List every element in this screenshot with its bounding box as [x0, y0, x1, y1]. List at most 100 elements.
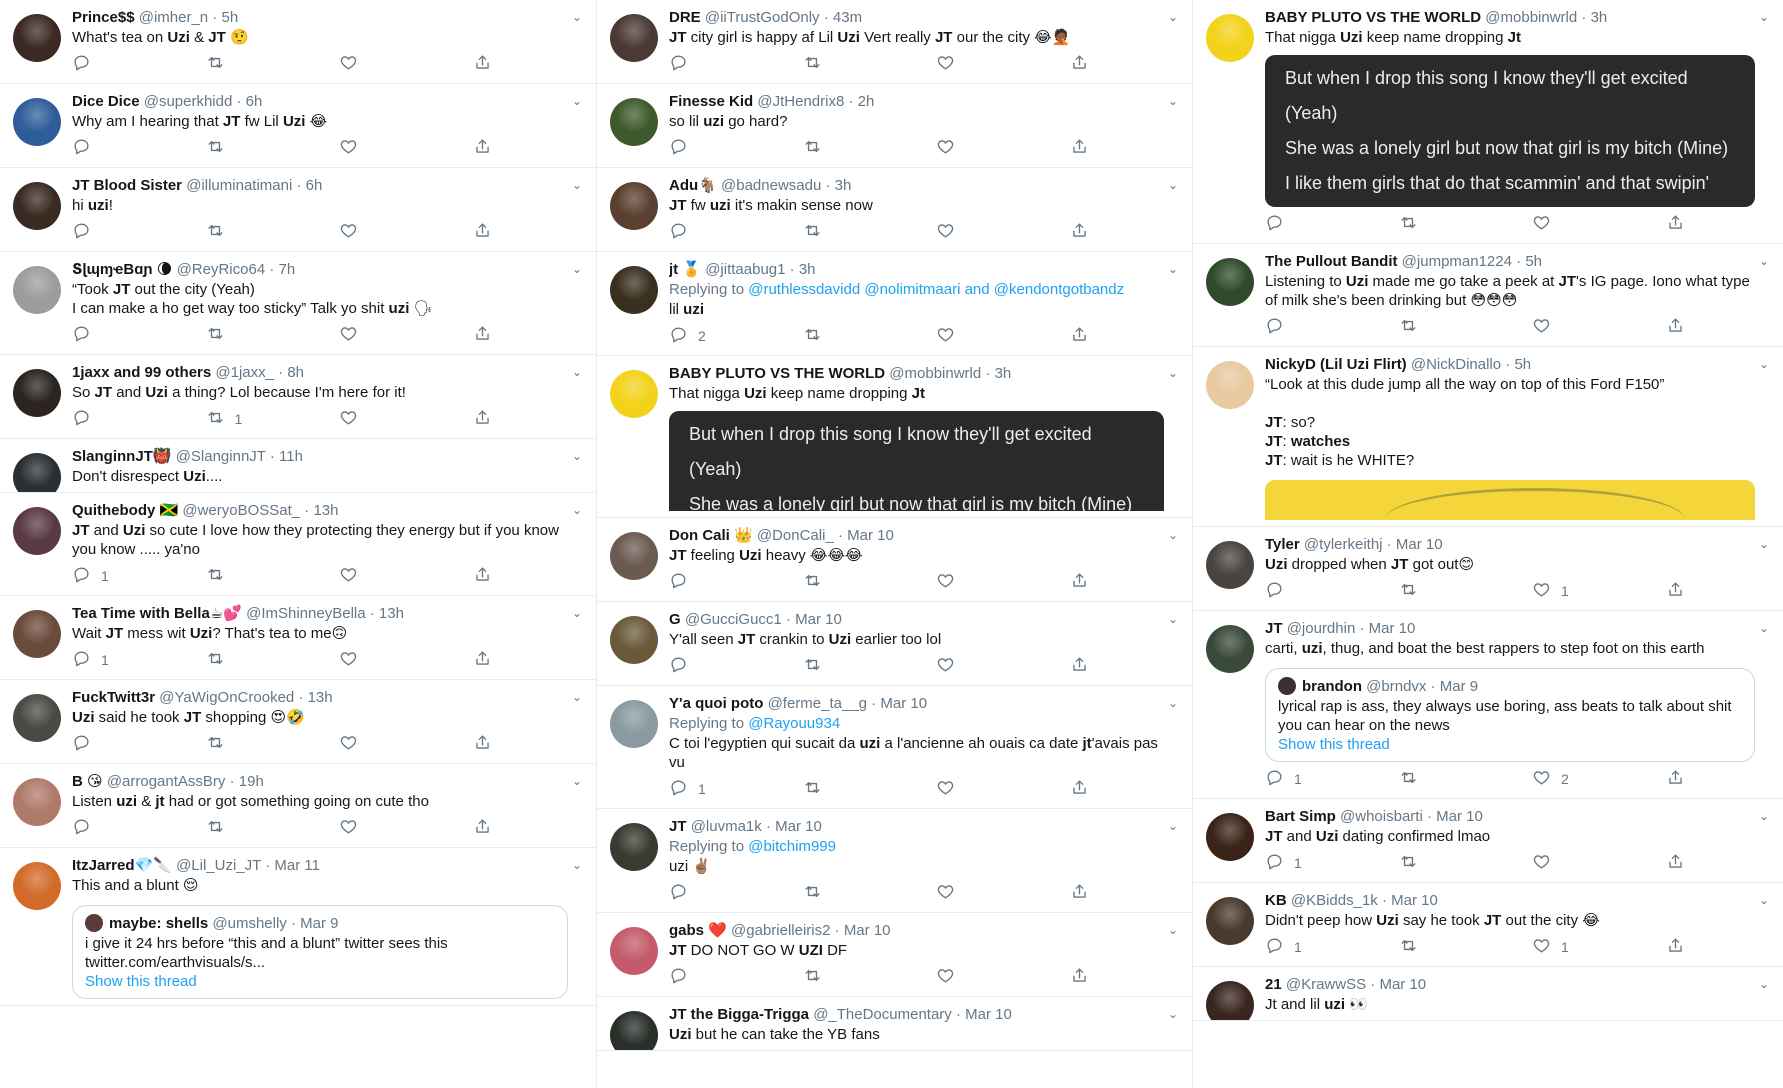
share-button[interactable] [1666, 768, 1695, 790]
display-name[interactable]: BABY PLUTO VS THE WORLD [669, 365, 885, 382]
user-handle[interactable]: @JtHendrix8 [757, 93, 844, 110]
user-handle[interactable]: @arrogantAssBry [107, 773, 226, 790]
retweet-button[interactable] [1399, 852, 1533, 874]
like-button[interactable] [936, 325, 1070, 347]
avatar[interactable] [610, 532, 658, 580]
user-handle[interactable]: @iiTrustGodOnly [705, 9, 820, 26]
reply-button[interactable]: 2 [669, 325, 803, 347]
reply-button[interactable] [72, 221, 206, 243]
display-name[interactable]: Tyler [1265, 536, 1300, 553]
like-button[interactable] [339, 408, 473, 430]
timestamp[interactable]: 5h [1514, 356, 1531, 373]
display-name[interactable]: ItzJarred💎🔪 [72, 857, 172, 874]
retweet-button[interactable] [803, 325, 937, 347]
share-button[interactable] [473, 137, 502, 159]
tweet-card[interactable]: 21 @KrawwSS · Mar 10 ⌄ Jt and lil uzi 👀 [1193, 967, 1783, 1021]
display-name[interactable]: ՏɭɰɱҽBɑɲ 🌘 [72, 261, 172, 278]
like-button[interactable] [339, 733, 473, 755]
reply-button[interactable] [669, 221, 803, 243]
chevron-down-icon[interactable]: ⌄ [572, 606, 582, 620]
timestamp[interactable]: 3h [799, 261, 816, 278]
retweet-button[interactable] [1399, 936, 1533, 958]
user-handle[interactable]: @weryoBOSSat_ [182, 502, 300, 519]
display-name[interactable]: Don Cali 👑 [669, 527, 753, 544]
chevron-down-icon[interactable]: ⌄ [1168, 178, 1178, 192]
like-button[interactable] [936, 882, 1070, 904]
timestamp[interactable]: Mar 10 [1391, 892, 1438, 909]
like-button[interactable] [936, 53, 1070, 75]
user-handle[interactable]: @illuminatimani [186, 177, 292, 194]
like-button[interactable] [339, 221, 473, 243]
share-button[interactable] [1070, 571, 1099, 593]
like-button[interactable] [936, 221, 1070, 243]
chevron-down-icon[interactable]: ⌄ [1759, 537, 1769, 551]
avatar[interactable] [13, 182, 61, 230]
chevron-down-icon[interactable]: ⌄ [1168, 366, 1178, 380]
chevron-down-icon[interactable]: ⌄ [1759, 893, 1769, 907]
reply-button[interactable]: 1 [669, 778, 803, 800]
display-name[interactable]: JT the Bigga-Trigga [669, 1006, 809, 1023]
tweet-card[interactable]: Quithebody 🇯🇲 @weryoBOSSat_ · 13h ⌄ JT and… [0, 493, 596, 596]
timestamp[interactable]: 5h [1525, 253, 1542, 270]
chevron-down-icon[interactable]: ⌄ [572, 94, 582, 108]
user-handle[interactable]: @KBidds_1k [1291, 892, 1378, 909]
like-button[interactable] [339, 53, 473, 75]
avatar[interactable] [610, 98, 658, 146]
replying-to-link[interactable]: @Rayouu934 [748, 715, 840, 732]
tweet-card[interactable]: SlanginnJT👹 @SlanginnJT · 11h ⌄ Don't disr… [0, 439, 596, 493]
chevron-down-icon[interactable]: ⌄ [1759, 357, 1769, 371]
tweet-card[interactable]: Prince$$ @imher_n · 5h ⌄ What's tea on Uzi… [0, 0, 596, 84]
tweet-card[interactable]: NickyD (Lil Uzi Flirt) @NickDinallo · 5h… [1193, 347, 1783, 527]
timestamp[interactable]: 7h [279, 261, 296, 278]
chevron-down-icon[interactable]: ⌄ [572, 858, 582, 872]
display-name[interactable]: FuckTwitt3r [72, 689, 155, 706]
avatar[interactable] [13, 14, 61, 62]
timestamp[interactable]: 11h [279, 448, 303, 465]
like-button[interactable] [936, 778, 1070, 800]
user-handle[interactable]: @gabrielleiris2 [731, 922, 830, 939]
avatar[interactable] [13, 453, 61, 492]
share-button[interactable] [473, 408, 502, 430]
retweet-button[interactable] [206, 817, 340, 839]
avatar[interactable] [610, 1011, 658, 1050]
user-handle[interactable]: @1jaxx_ [215, 364, 274, 381]
user-handle[interactable]: @NickDinallo [1411, 356, 1501, 373]
timestamp[interactable]: Mar 10 [844, 922, 891, 939]
reply-button[interactable]: 1 [72, 649, 206, 671]
chevron-down-icon[interactable]: ⌄ [572, 503, 582, 517]
like-button[interactable] [1532, 852, 1666, 874]
share-button[interactable] [473, 221, 502, 243]
timestamp[interactable]: 2h [858, 93, 875, 110]
chevron-down-icon[interactable]: ⌄ [572, 262, 582, 276]
user-handle[interactable]: @Lil_Uzi_JT [176, 857, 261, 874]
avatar[interactable] [610, 823, 658, 871]
display-name[interactable]: B 😘 [72, 773, 103, 790]
reply-button[interactable] [1265, 580, 1399, 602]
chevron-down-icon[interactable]: ⌄ [572, 365, 582, 379]
user-handle[interactable]: @ReyRico64 [177, 261, 266, 278]
reply-button[interactable] [72, 137, 206, 159]
retweet-button[interactable] [206, 53, 340, 75]
chevron-down-icon[interactable]: ⌄ [1168, 1007, 1178, 1021]
avatar[interactable] [610, 14, 658, 62]
reply-button[interactable]: 1 [1265, 936, 1399, 958]
user-handle[interactable]: @KrawwSS [1286, 976, 1366, 993]
like-button[interactable] [1532, 316, 1666, 338]
retweet-button[interactable] [803, 221, 937, 243]
reply-button[interactable] [669, 655, 803, 677]
tweet-card[interactable]: G @GucciGucc1 · Mar 10 ⌄ Y'all seen JT cra… [597, 602, 1192, 686]
user-handle[interactable]: @jumpman1224 [1402, 253, 1512, 270]
timestamp[interactable]: Mar 10 [795, 611, 842, 628]
timestamp[interactable]: 5h [221, 9, 238, 26]
avatar[interactable] [1206, 361, 1254, 409]
like-button[interactable] [339, 324, 473, 346]
avatar[interactable] [1206, 258, 1254, 306]
chevron-down-icon[interactable]: ⌄ [1168, 528, 1178, 542]
tweet-card[interactable]: JT @luvma1k · Mar 10 ⌄ Replying to @bitchi… [597, 809, 1192, 913]
like-button[interactable] [936, 137, 1070, 159]
timestamp[interactable]: Mar 10 [847, 527, 894, 544]
share-button[interactable] [1070, 53, 1099, 75]
avatar[interactable] [13, 862, 61, 910]
share-button[interactable] [1666, 852, 1695, 874]
display-name[interactable]: KB [1265, 892, 1287, 909]
